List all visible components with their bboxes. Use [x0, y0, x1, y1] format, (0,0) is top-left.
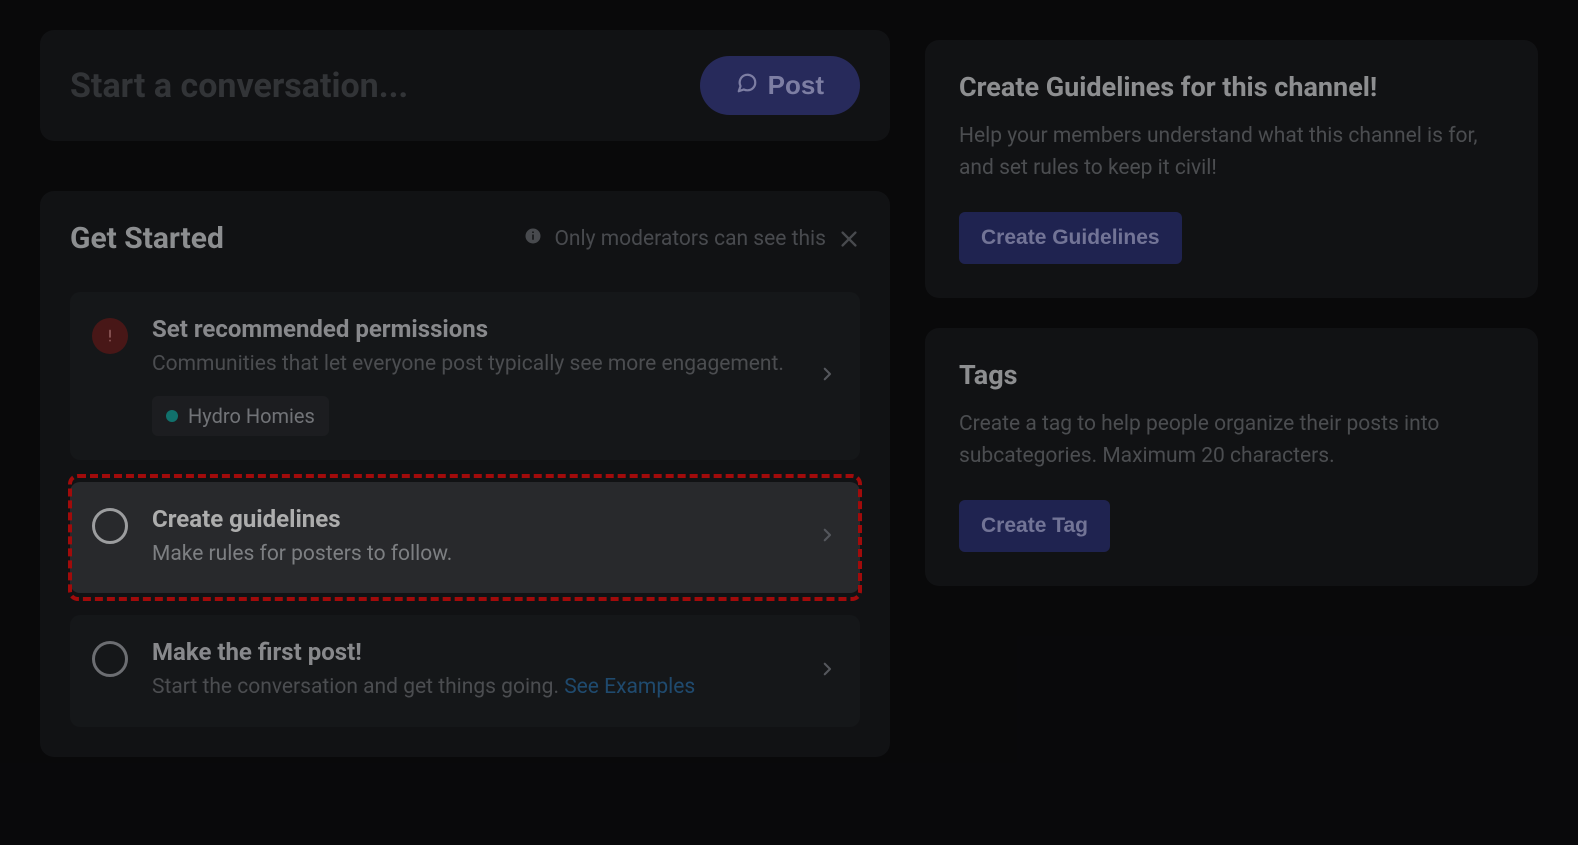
info-icon [524, 227, 542, 251]
card-set-permissions[interactable]: Set recommended permissions Communities … [70, 292, 860, 460]
card-desc: Start the conversation and get things go… [152, 672, 792, 702]
tags-desc: Create a tag to help people organize the… [959, 409, 1504, 472]
sidebar-column: Create Guidelines for this channel! Help… [925, 30, 1538, 815]
card-body: Set recommended permissions Communities … [152, 314, 832, 436]
start-conversation-bar[interactable]: Start a conversation... Post [40, 30, 890, 141]
post-button[interactable]: Post [700, 56, 860, 115]
get-started-card-list: Set recommended permissions Communities … [70, 292, 860, 727]
card-body: Make the first post! Start the conversat… [152, 637, 832, 703]
role-tag-label: Hydro Homies [188, 404, 315, 428]
card-title: Make the first post! [152, 637, 792, 668]
card-desc-text: Start the conversation and get things go… [152, 675, 564, 699]
create-guidelines-button[interactable]: Create Guidelines [959, 212, 1182, 264]
speech-bubble-icon [736, 70, 758, 101]
page-root: Start a conversation... Post Get Started… [0, 0, 1578, 845]
card-desc: Make rules for posters to follow. [152, 539, 792, 569]
get-started-panel: Get Started Only moderators can see this [40, 191, 890, 757]
card-desc: Communities that let everyone post typic… [152, 349, 792, 379]
chevron-right-icon [818, 365, 836, 387]
guidelines-title: Create Guidelines for this channel! [959, 70, 1504, 105]
guidelines-desc: Help your members understand what this c… [959, 121, 1504, 184]
card-body: Create guidelines Make rules for posters… [152, 504, 832, 570]
tags-title: Tags [959, 358, 1504, 393]
close-icon[interactable] [838, 228, 860, 250]
moderator-notice: Only moderators can see this [524, 227, 860, 251]
moderator-notice-text: Only moderators can see this [554, 227, 826, 251]
get-started-header: Get Started Only moderators can see this [70, 221, 860, 256]
card-title: Set recommended permissions [152, 314, 792, 345]
ring-icon [92, 508, 128, 544]
chevron-right-icon [818, 526, 836, 548]
get-started-title: Get Started [70, 221, 224, 256]
see-examples-link[interactable]: See Examples [564, 675, 695, 699]
start-placeholder: Start a conversation... [70, 66, 408, 106]
tags-panel: Tags Create a tag to help people organiz… [925, 328, 1538, 586]
role-tag-pill: Hydro Homies [152, 396, 329, 436]
create-tag-button[interactable]: Create Tag [959, 500, 1110, 552]
chevron-right-icon [818, 660, 836, 682]
warning-icon [92, 318, 128, 354]
card-create-guidelines[interactable]: Create guidelines Make rules for posters… [70, 482, 860, 594]
main-column: Start a conversation... Post Get Started… [40, 30, 890, 815]
role-dot-icon [166, 410, 178, 422]
card-first-post[interactable]: Make the first post! Start the conversat… [70, 615, 860, 727]
card-title: Create guidelines [152, 504, 792, 535]
post-button-label: Post [768, 70, 824, 101]
guidelines-panel: Create Guidelines for this channel! Help… [925, 40, 1538, 298]
ring-icon [92, 641, 128, 677]
